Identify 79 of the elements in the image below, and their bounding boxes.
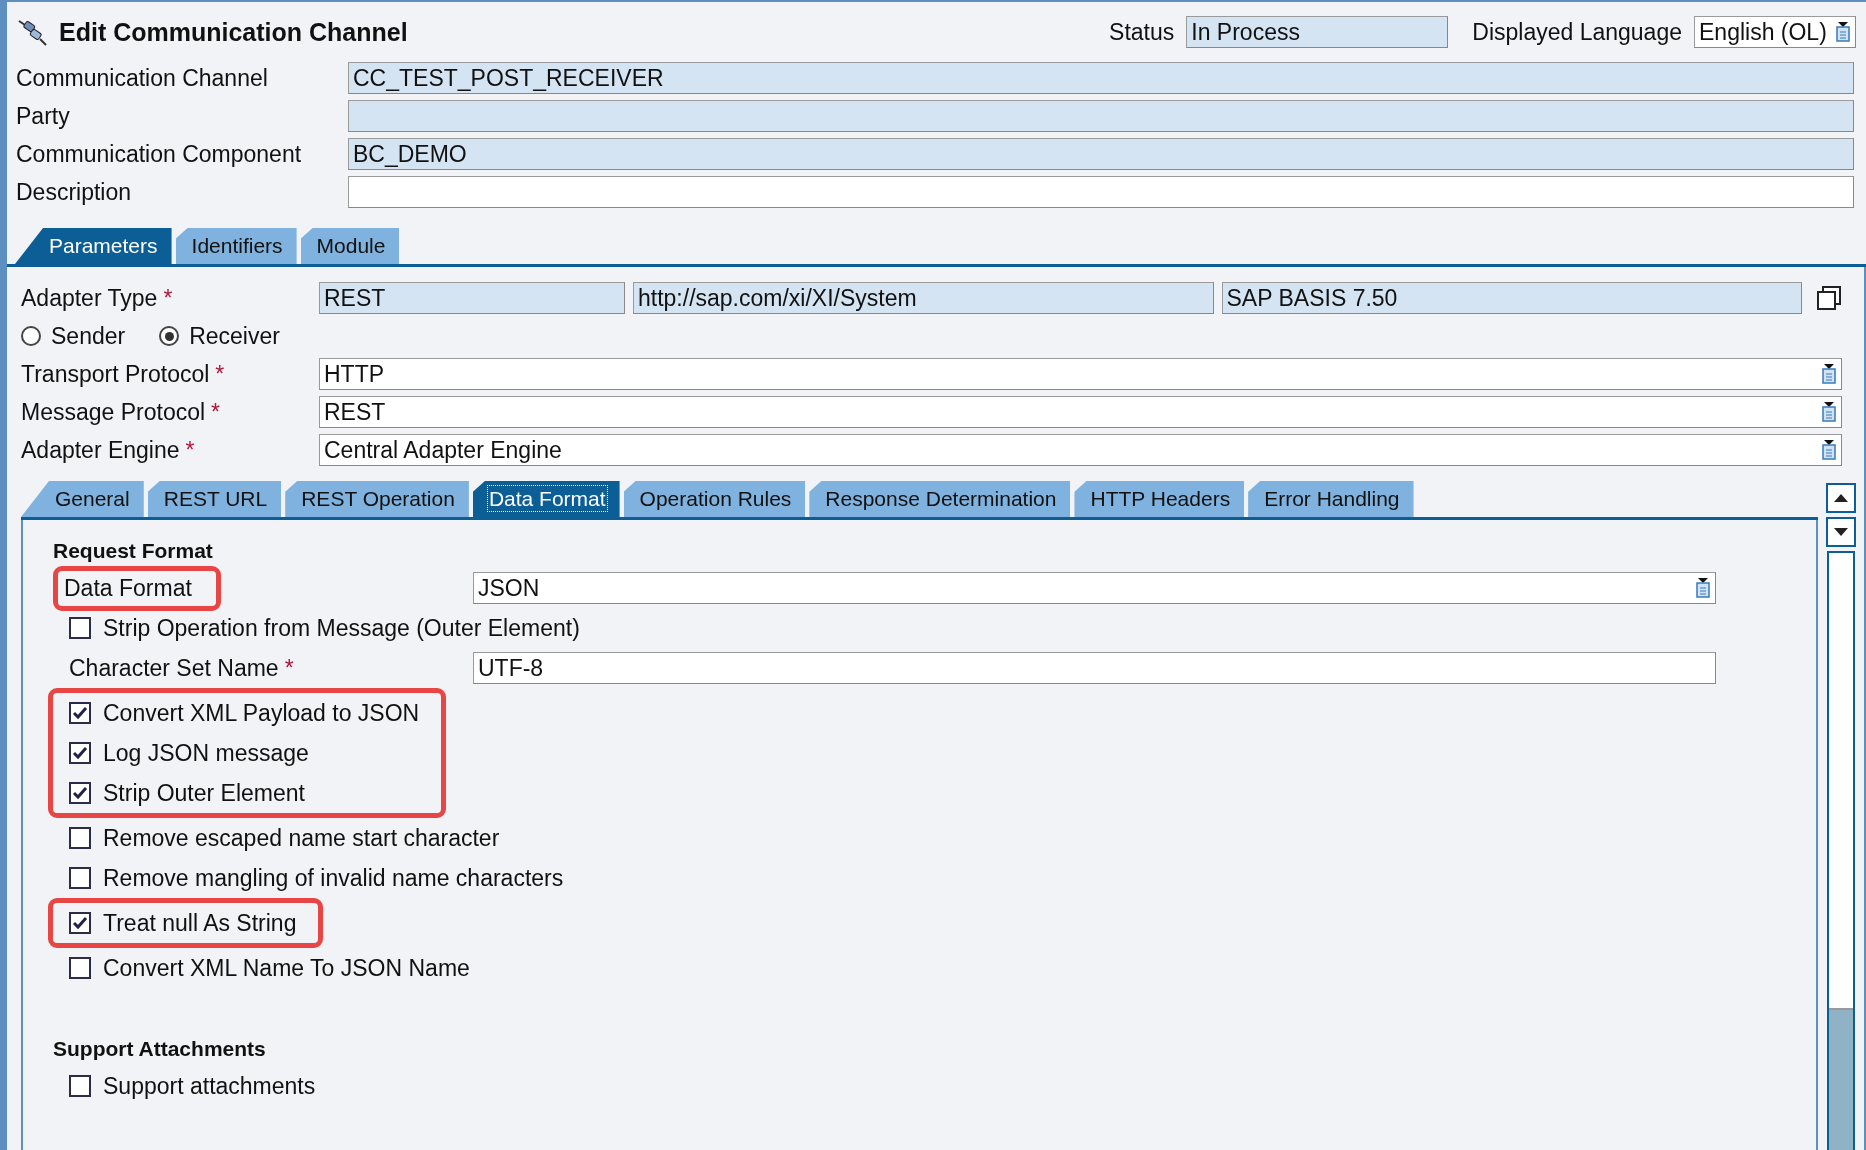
required-mark: * <box>215 360 225 388</box>
checkbox-option[interactable]: Support attachments <box>53 1066 1816 1106</box>
tab[interactable]: REST Operation <box>285 481 469 517</box>
dropdown-field[interactable]: Central Adapter Engine <box>319 434 1842 466</box>
tab[interactable]: REST URL <box>147 481 282 517</box>
input-field[interactable]: BC_DEMO <box>348 138 1854 170</box>
field-label: Message Protocol <box>21 398 206 426</box>
checkbox-option[interactable]: Log JSON message <box>53 733 420 773</box>
checkbox-option[interactable]: Remove escaped name start character <box>53 818 1816 858</box>
field-label: Adapter Engine <box>21 436 180 464</box>
scroll-up-button[interactable] <box>1826 483 1856 513</box>
status-label: Status <box>1109 18 1175 46</box>
checkbox[interactable] <box>69 782 91 804</box>
tab[interactable]: Module <box>300 228 400 264</box>
section-title: Request Format <box>53 538 214 564</box>
input-field[interactable] <box>348 176 1854 208</box>
tab[interactable]: Operation Rules <box>623 481 806 517</box>
language-label: Displayed Language <box>1472 18 1682 46</box>
radio-option[interactable]: Sender <box>21 322 126 350</box>
field-label: Adapter Type <box>21 284 158 312</box>
checkbox[interactable] <box>69 827 91 849</box>
tab[interactable]: Parameters <box>15 228 172 264</box>
copy-icon[interactable] <box>1816 285 1842 311</box>
checkbox[interactable] <box>69 742 91 764</box>
dropdown-field[interactable]: REST <box>319 396 1842 428</box>
value-help-icon[interactable] <box>1835 22 1851 42</box>
checkbox-option[interactable]: Treat null As String <box>53 903 297 943</box>
tab[interactable]: HTTP Headers <box>1074 481 1245 517</box>
checkbox[interactable] <box>69 912 91 934</box>
required-mark: * <box>185 436 195 464</box>
up-triangle-icon <box>1833 493 1849 503</box>
scroll-down-button[interactable] <box>1826 517 1856 547</box>
field-label: Transport Protocol <box>21 360 210 388</box>
checkbox[interactable] <box>69 702 91 724</box>
checkbox[interactable] <box>69 1075 91 1097</box>
language-dropdown[interactable]: English (OL) <box>1694 16 1856 48</box>
checkbox-option[interactable]: Strip Operation from Message (Outer Element) <box>53 608 1816 648</box>
checkbox[interactable] <box>69 617 91 639</box>
radio-button[interactable] <box>21 326 41 346</box>
tab[interactable]: Response Determination <box>809 481 1071 517</box>
tab[interactable]: Data Format <box>472 481 620 517</box>
input-field: http://sap.com/xi/XI/System <box>633 282 1214 314</box>
input-field: SAP BASIS 7.50 <box>1221 282 1802 314</box>
dropdown-field[interactable]: JSON <box>473 572 1716 604</box>
checkbox[interactable] <box>69 957 91 979</box>
input-field[interactable]: UTF-8 <box>473 652 1716 684</box>
radio-option[interactable]: Receiver <box>159 322 280 350</box>
checkbox-option[interactable]: Strip Outer Element <box>53 773 420 813</box>
window-title: Edit Communication Channel <box>59 17 409 47</box>
scrollbar[interactable] <box>1827 551 1855 1150</box>
value-help-icon[interactable] <box>1821 440 1837 460</box>
checkbox-option[interactable]: Convert XML Payload to JSON <box>53 693 420 733</box>
value-help-icon[interactable] <box>1695 578 1711 598</box>
field-label: Party <box>16 102 71 130</box>
required-mark: * <box>211 398 221 426</box>
tab[interactable]: Identifiers <box>175 228 297 264</box>
radio-button[interactable] <box>159 326 180 346</box>
checkbox[interactable] <box>69 867 91 889</box>
status-field: In Process <box>1186 16 1449 48</box>
tab[interactable]: Error Handling <box>1248 481 1414 517</box>
value-help-icon[interactable] <box>1821 402 1837 422</box>
required-mark: * <box>163 284 173 312</box>
checkbox-option[interactable]: Remove mangling of invalid name characters <box>53 858 1816 898</box>
required-mark: * <box>284 654 294 682</box>
checkbox-option[interactable]: Convert XML Name To JSON Name <box>53 948 1816 988</box>
field-label: Character Set Name <box>69 654 279 682</box>
value-help-icon[interactable] <box>1821 364 1837 384</box>
down-triangle-icon <box>1833 527 1849 537</box>
input-field[interactable] <box>348 100 1854 132</box>
field-label: Communication Component <box>16 140 303 168</box>
section-title: Support Attachments <box>53 1036 267 1062</box>
field-label: Communication Channel <box>16 64 269 92</box>
tab[interactable]: General <box>21 481 144 517</box>
field-label: Description <box>16 178 133 206</box>
input-field: REST <box>319 282 625 314</box>
dropdown-field[interactable]: HTTP <box>319 358 1842 390</box>
input-field[interactable]: CC_TEST_POST_RECEIVER <box>348 62 1854 94</box>
field-label: Data Format <box>64 574 192 601</box>
cable-connector-icon <box>17 17 47 47</box>
